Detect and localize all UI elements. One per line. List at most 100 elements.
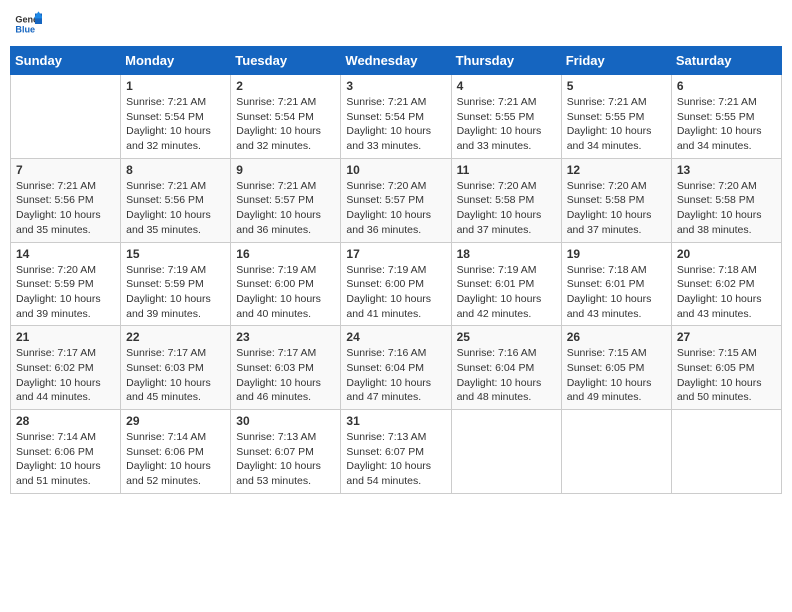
svg-text:Blue: Blue xyxy=(15,24,35,34)
calendar-week-row: 14Sunrise: 7:20 AM Sunset: 5:59 PM Dayli… xyxy=(11,242,782,326)
day-info: Sunrise: 7:19 AM Sunset: 6:00 PM Dayligh… xyxy=(236,263,335,322)
calendar-cell xyxy=(671,410,781,494)
day-number: 23 xyxy=(236,330,335,344)
calendar-cell: 26Sunrise: 7:15 AM Sunset: 6:05 PM Dayli… xyxy=(561,326,671,410)
day-info: Sunrise: 7:17 AM Sunset: 6:03 PM Dayligh… xyxy=(236,346,335,405)
day-number: 7 xyxy=(16,163,115,177)
calendar-week-row: 21 Sunrise: 7:17 AM Sunset: 6:02 PM Dayli… xyxy=(11,326,782,410)
calendar-cell: 21 Sunrise: 7:17 AM Sunset: 6:02 PM Dayli… xyxy=(11,326,121,410)
day-info: Sunrise: 7:19 AM Sunset: 6:01 PM Dayligh… xyxy=(457,263,556,322)
calendar-cell: 14Sunrise: 7:20 AM Sunset: 5:59 PM Dayli… xyxy=(11,242,121,326)
day-info: Sunrise: 7:19 AM Sunset: 5:59 PM Dayligh… xyxy=(126,263,225,322)
day-info: Sunrise: 7:19 AM Sunset: 6:00 PM Dayligh… xyxy=(346,263,445,322)
day-info: Sunrise: 7:18 AM Sunset: 6:02 PM Dayligh… xyxy=(677,263,776,322)
day-number: 3 xyxy=(346,79,445,93)
day-number: 8 xyxy=(126,163,225,177)
calendar-cell xyxy=(451,410,561,494)
day-number: 31 xyxy=(346,414,445,428)
calendar-cell: 30Sunrise: 7:13 AM Sunset: 6:07 PM Dayli… xyxy=(231,410,341,494)
calendar-cell: 7 Sunrise: 7:21 AM Sunset: 5:56 PM Daylig… xyxy=(11,158,121,242)
weekday-header-monday: Monday xyxy=(121,47,231,75)
day-number: 22 xyxy=(126,330,225,344)
day-number: 11 xyxy=(457,163,556,177)
day-info: Sunrise: 7:21 AM Sunset: 5:55 PM Dayligh… xyxy=(677,95,776,154)
calendar-cell: 20 Sunrise: 7:18 AM Sunset: 6:02 PM Dayli… xyxy=(671,242,781,326)
day-number: 14 xyxy=(16,247,115,261)
calendar-cell: 19 Sunrise: 7:18 AM Sunset: 6:01 PM Dayli… xyxy=(561,242,671,326)
day-info: Sunrise: 7:16 AM Sunset: 6:04 PM Dayligh… xyxy=(457,346,556,405)
calendar-cell: 13 Sunrise: 7:20 AM Sunset: 5:58 PM Dayli… xyxy=(671,158,781,242)
generalblue-logo-icon: General Blue xyxy=(14,10,42,38)
day-info: Sunrise: 7:20 AM Sunset: 5:58 PM Dayligh… xyxy=(457,179,556,238)
weekday-header-wednesday: Wednesday xyxy=(341,47,451,75)
day-number: 4 xyxy=(457,79,556,93)
calendar-cell: 16 Sunrise: 7:19 AM Sunset: 6:00 PM Dayli… xyxy=(231,242,341,326)
weekday-header-saturday: Saturday xyxy=(671,47,781,75)
day-info: Sunrise: 7:17 AM Sunset: 6:03 PM Dayligh… xyxy=(126,346,225,405)
calendar-cell: 5 Sunrise: 7:21 AM Sunset: 5:55 PM Daylig… xyxy=(561,75,671,159)
calendar-cell: 8 Sunrise: 7:21 AM Sunset: 5:56 PM Daylig… xyxy=(121,158,231,242)
day-number: 20 xyxy=(677,247,776,261)
calendar-cell: 12 Sunrise: 7:20 AM Sunset: 5:58 PM Dayli… xyxy=(561,158,671,242)
day-info: Sunrise: 7:20 AM Sunset: 5:58 PM Dayligh… xyxy=(677,179,776,238)
logo: General Blue xyxy=(14,10,42,38)
calendar-cell: 15 Sunrise: 7:19 AM Sunset: 5:59 PM Dayli… xyxy=(121,242,231,326)
day-info: Sunrise: 7:17 AM Sunset: 6:02 PM Dayligh… xyxy=(16,346,115,405)
calendar-cell: 9 Sunrise: 7:21 AM Sunset: 5:57 PM Daylig… xyxy=(231,158,341,242)
calendar-table: SundayMondayTuesdayWednesdayThursdayFrid… xyxy=(10,46,782,494)
day-number: 5 xyxy=(567,79,666,93)
day-number: 18 xyxy=(457,247,556,261)
day-number: 9 xyxy=(236,163,335,177)
day-info: Sunrise: 7:18 AM Sunset: 6:01 PM Dayligh… xyxy=(567,263,666,322)
day-info: Sunrise: 7:21 AM Sunset: 5:56 PM Dayligh… xyxy=(126,179,225,238)
calendar-cell: 1 Sunrise: 7:21 AM Sunset: 5:54 PM Daylig… xyxy=(121,75,231,159)
day-number: 30 xyxy=(236,414,335,428)
calendar-cell: 24 Sunrise: 7:16 AM Sunset: 6:04 PM Dayli… xyxy=(341,326,451,410)
day-info: Sunrise: 7:21 AM Sunset: 5:57 PM Dayligh… xyxy=(236,179,335,238)
calendar-cell: 31 Sunrise: 7:13 AM Sunset: 6:07 PM Dayli… xyxy=(341,410,451,494)
day-number: 1 xyxy=(126,79,225,93)
day-number: 12 xyxy=(567,163,666,177)
day-number: 13 xyxy=(677,163,776,177)
day-number: 21 xyxy=(16,330,115,344)
calendar-cell: 28Sunrise: 7:14 AM Sunset: 6:06 PM Dayli… xyxy=(11,410,121,494)
calendar-cell: 18 Sunrise: 7:19 AM Sunset: 6:01 PM Dayli… xyxy=(451,242,561,326)
day-info: Sunrise: 7:13 AM Sunset: 6:07 PM Dayligh… xyxy=(346,430,445,489)
day-info: Sunrise: 7:20 AM Sunset: 5:58 PM Dayligh… xyxy=(567,179,666,238)
day-number: 19 xyxy=(567,247,666,261)
weekday-header-sunday: Sunday xyxy=(11,47,121,75)
calendar-cell: 29Sunrise: 7:14 AM Sunset: 6:06 PM Dayli… xyxy=(121,410,231,494)
day-number: 2 xyxy=(236,79,335,93)
calendar-cell: 17 Sunrise: 7:19 AM Sunset: 6:00 PM Dayli… xyxy=(341,242,451,326)
day-info: Sunrise: 7:21 AM Sunset: 5:56 PM Dayligh… xyxy=(16,179,115,238)
day-info: Sunrise: 7:15 AM Sunset: 6:05 PM Dayligh… xyxy=(567,346,666,405)
calendar-cell xyxy=(561,410,671,494)
calendar-cell: 27Sunrise: 7:15 AM Sunset: 6:05 PM Dayli… xyxy=(671,326,781,410)
day-info: Sunrise: 7:21 AM Sunset: 5:54 PM Dayligh… xyxy=(346,95,445,154)
calendar-week-row: 1 Sunrise: 7:21 AM Sunset: 5:54 PM Daylig… xyxy=(11,75,782,159)
day-info: Sunrise: 7:20 AM Sunset: 5:57 PM Dayligh… xyxy=(346,179,445,238)
page-header: General Blue xyxy=(10,10,782,38)
calendar-cell: 23 Sunrise: 7:17 AM Sunset: 6:03 PM Dayli… xyxy=(231,326,341,410)
day-info: Sunrise: 7:21 AM Sunset: 5:54 PM Dayligh… xyxy=(236,95,335,154)
calendar-cell xyxy=(11,75,121,159)
day-info: Sunrise: 7:21 AM Sunset: 5:55 PM Dayligh… xyxy=(567,95,666,154)
calendar-cell: 11 Sunrise: 7:20 AM Sunset: 5:58 PM Dayli… xyxy=(451,158,561,242)
calendar-cell: 4 Sunrise: 7:21 AM Sunset: 5:55 PM Daylig… xyxy=(451,75,561,159)
day-info: Sunrise: 7:16 AM Sunset: 6:04 PM Dayligh… xyxy=(346,346,445,405)
calendar-cell: 10Sunrise: 7:20 AM Sunset: 5:57 PM Dayli… xyxy=(341,158,451,242)
weekday-header-row: SundayMondayTuesdayWednesdayThursdayFrid… xyxy=(11,47,782,75)
day-number: 16 xyxy=(236,247,335,261)
calendar-week-row: 28Sunrise: 7:14 AM Sunset: 6:06 PM Dayli… xyxy=(11,410,782,494)
day-number: 24 xyxy=(346,330,445,344)
day-info: Sunrise: 7:14 AM Sunset: 6:06 PM Dayligh… xyxy=(126,430,225,489)
day-info: Sunrise: 7:21 AM Sunset: 5:54 PM Dayligh… xyxy=(126,95,225,154)
day-number: 15 xyxy=(126,247,225,261)
day-number: 17 xyxy=(346,247,445,261)
calendar-cell: 2 Sunrise: 7:21 AM Sunset: 5:54 PM Daylig… xyxy=(231,75,341,159)
day-info: Sunrise: 7:14 AM Sunset: 6:06 PM Dayligh… xyxy=(16,430,115,489)
day-info: Sunrise: 7:21 AM Sunset: 5:55 PM Dayligh… xyxy=(457,95,556,154)
calendar-cell: 3 Sunrise: 7:21 AM Sunset: 5:54 PM Daylig… xyxy=(341,75,451,159)
weekday-header-tuesday: Tuesday xyxy=(231,47,341,75)
calendar-week-row: 7 Sunrise: 7:21 AM Sunset: 5:56 PM Daylig… xyxy=(11,158,782,242)
